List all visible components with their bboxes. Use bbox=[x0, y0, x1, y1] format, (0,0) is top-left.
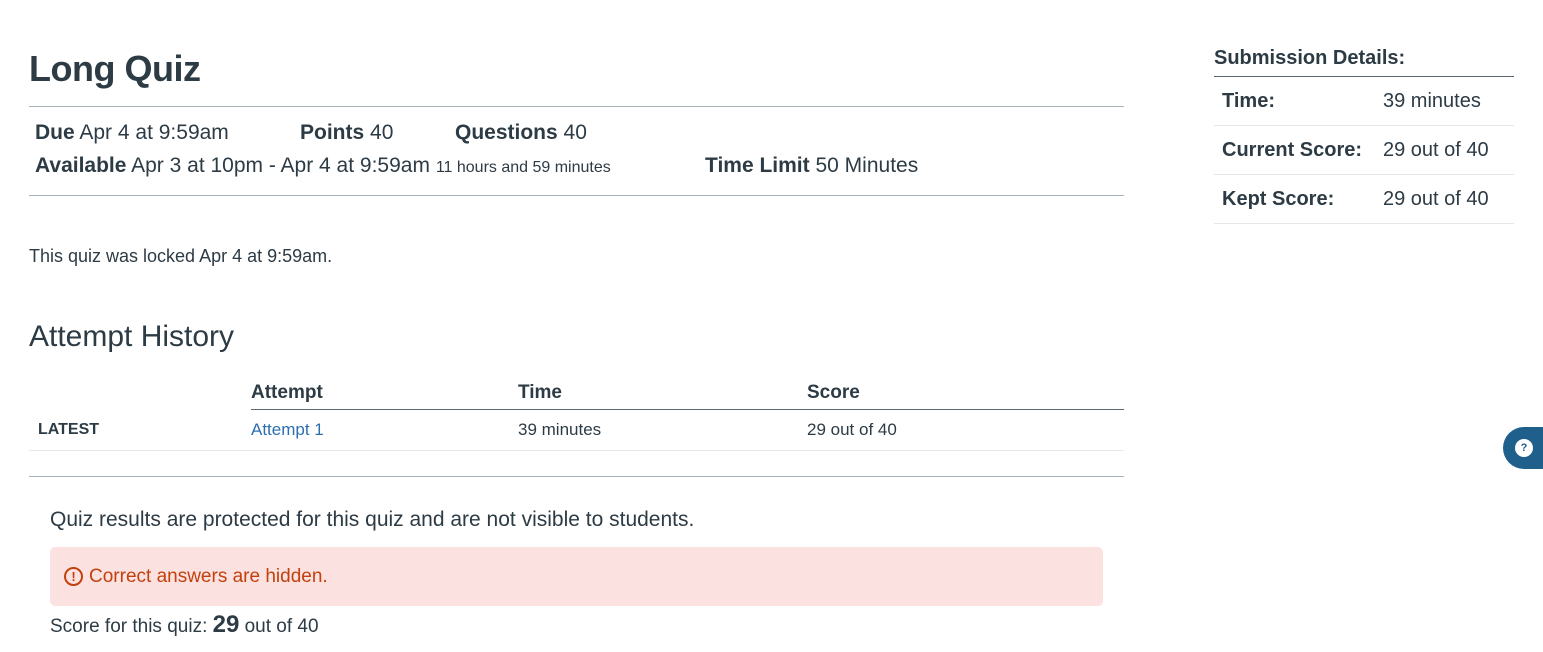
points-meta: Points 40 bbox=[300, 121, 393, 145]
divider bbox=[29, 106, 1124, 107]
latest-tag: LATEST bbox=[29, 409, 251, 451]
score-suffix: out of 40 bbox=[244, 616, 319, 637]
table-row: LATEST Attempt 1 39 minutes 29 out of 40 bbox=[29, 409, 1124, 451]
page-title: Long Quiz bbox=[29, 48, 201, 89]
table-header-row: Attempt Time Score bbox=[29, 376, 1124, 410]
detail-row-current-score: Current Score: 29 out of 40 bbox=[1214, 126, 1514, 175]
available-duration: 11 hours and 59 minutes bbox=[435, 159, 611, 176]
points-value: 40 bbox=[370, 121, 394, 144]
score-prefix: Score for this quiz: bbox=[50, 616, 208, 637]
detail-label: Kept Score: bbox=[1222, 187, 1335, 210]
available-label: Available bbox=[35, 154, 127, 177]
column-header-score: Score bbox=[807, 376, 1124, 410]
column-header-tag bbox=[29, 376, 251, 410]
alert-text: Correct answers are hidden. bbox=[89, 565, 328, 587]
help-chat-button[interactable]: ? bbox=[1503, 427, 1543, 469]
time-limit-meta: Time Limit 50 Minutes bbox=[705, 154, 918, 178]
questions-value: 40 bbox=[563, 121, 587, 144]
points-label: Points bbox=[300, 121, 365, 144]
divider bbox=[29, 476, 1124, 477]
hidden-answers-alert: ! Correct answers are hidden. bbox=[50, 547, 1103, 606]
availability-meta: Available Apr 3 at 10pm - Apr 4 at 9:59a… bbox=[35, 154, 611, 178]
attempt-history-table: Attempt Time Score LATEST Attempt 1 39 m… bbox=[29, 376, 1124, 451]
detail-value: 29 out of 40 bbox=[1383, 138, 1489, 161]
quiz-meta-row-1: Due Apr 4 at 9:59am bbox=[35, 121, 229, 145]
column-header-time: Time bbox=[518, 376, 807, 410]
submission-details-panel: Submission Details: Time: 39 minutes Cur… bbox=[1214, 47, 1514, 224]
detail-row-time: Time: 39 minutes bbox=[1214, 77, 1514, 126]
due-label: Due bbox=[35, 121, 75, 144]
detail-label: Current Score: bbox=[1222, 138, 1363, 161]
attempt-link[interactable]: Attempt 1 bbox=[251, 420, 324, 439]
questions-meta: Questions 40 bbox=[455, 121, 587, 145]
attempt-score: 29 out of 40 bbox=[807, 409, 1124, 451]
detail-value: 29 out of 40 bbox=[1383, 187, 1489, 210]
detail-row-kept-score: Kept Score: 29 out of 40 bbox=[1214, 175, 1514, 224]
attempt-history-heading: Attempt History bbox=[29, 320, 235, 353]
score-value: 29 bbox=[212, 611, 240, 638]
time-limit-value: 50 Minutes bbox=[815, 154, 919, 177]
time-limit-label: Time Limit bbox=[705, 154, 810, 177]
detail-value: 39 minutes bbox=[1383, 89, 1481, 112]
submission-details-title: Submission Details: bbox=[1214, 47, 1514, 77]
chat-help-icon: ? bbox=[1515, 439, 1533, 457]
column-header-attempt: Attempt bbox=[251, 376, 518, 410]
results-protected-message: Quiz results are protected for this quiz… bbox=[50, 508, 695, 531]
attempt-time: 39 minutes bbox=[518, 409, 807, 451]
due-value: Apr 4 at 9:59am bbox=[79, 121, 229, 144]
divider bbox=[29, 195, 1124, 196]
quiz-score: Score for this quiz: 29 out of 40 bbox=[50, 611, 319, 639]
available-value: Apr 3 at 10pm - Apr 4 at 9:59am bbox=[131, 154, 430, 177]
locked-message: This quiz was locked Apr 4 at 9:59am. bbox=[29, 246, 333, 266]
questions-label: Questions bbox=[455, 121, 558, 144]
warning-circle-icon: ! bbox=[64, 567, 83, 586]
detail-label: Time: bbox=[1222, 89, 1275, 112]
